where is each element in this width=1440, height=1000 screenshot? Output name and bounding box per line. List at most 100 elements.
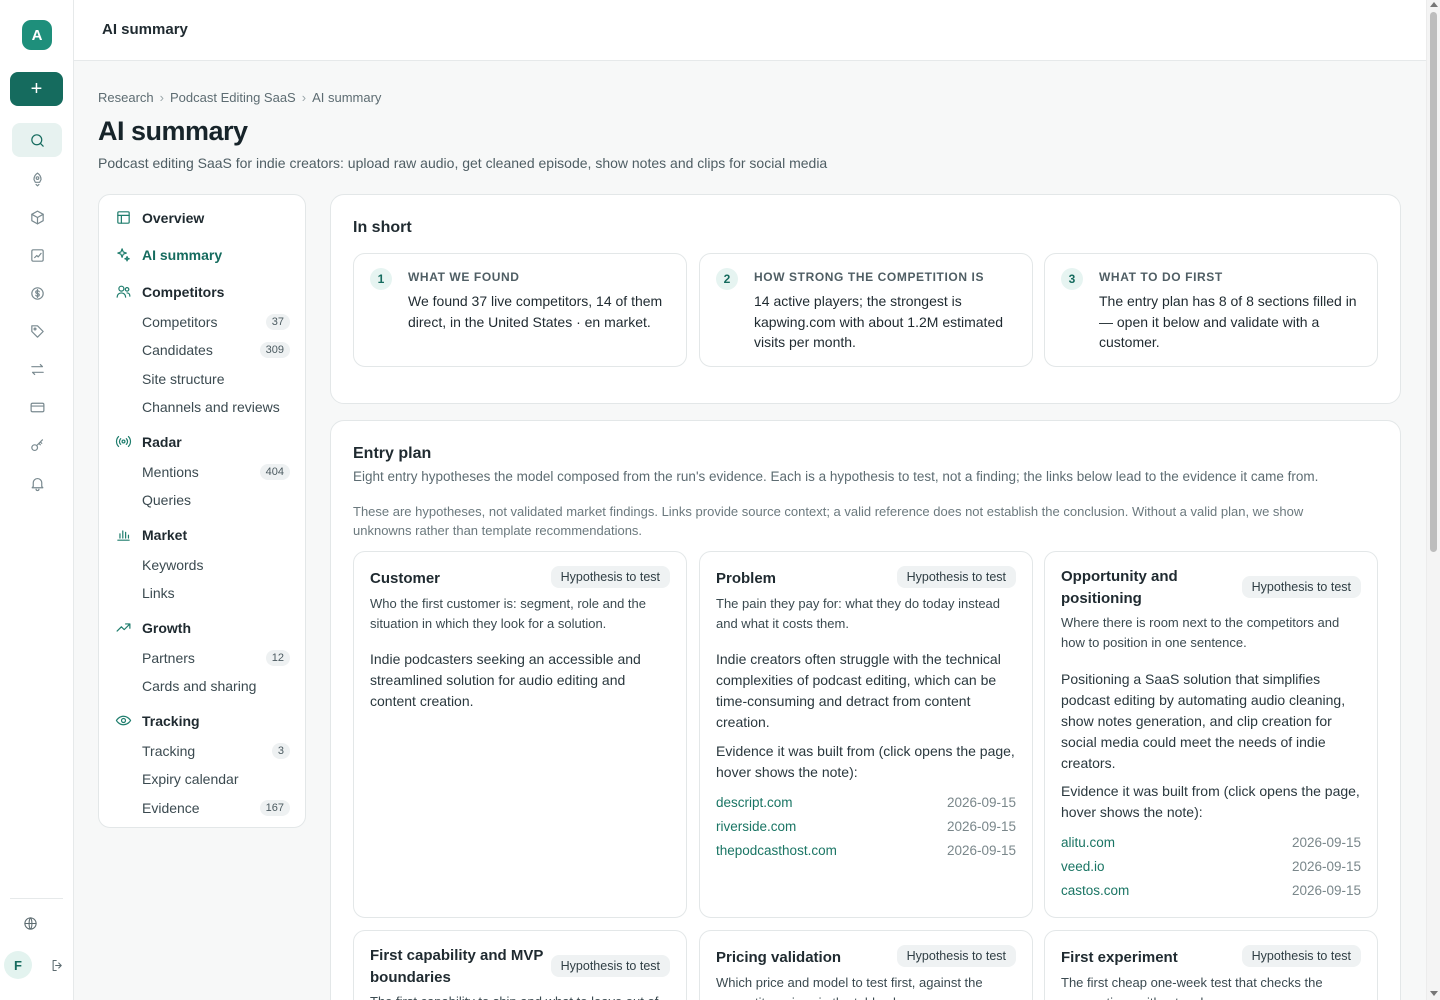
nav-item-count: 12 <box>265 650 290 666</box>
nav-group-label: Radar <box>142 433 182 450</box>
source-domain[interactable]: veed.io <box>1061 859 1105 874</box>
new-research-button[interactable]: + <box>10 72 63 106</box>
entry-plan-card: Entry plan Eight entry hypotheses the mo… <box>330 420 1401 1000</box>
nav-item-candidates[interactable]: Candidates 309 <box>142 342 290 358</box>
nav-item-partners[interactable]: Partners 12 <box>142 650 290 666</box>
nav-group-tracking[interactable]: Tracking <box>115 712 200 729</box>
rail-tags[interactable] <box>12 314 62 348</box>
breadcrumb-project[interactable]: Podcast Editing SaaS <box>170 90 296 105</box>
hypothesis-card-problem: Problem Hypothesis to test The pain they… <box>699 551 1033 918</box>
rail-billing[interactable] <box>12 390 62 424</box>
search-icon <box>30 133 44 147</box>
nav-item-label: Tracking <box>142 743 196 759</box>
rail-products[interactable] <box>12 200 62 234</box>
nav-item-label: Partners <box>142 650 195 666</box>
evidence-source[interactable]: thepodcasthost.com 2026-09-15 <box>716 843 1016 858</box>
nav-item-keywords[interactable]: Keywords <box>142 557 290 573</box>
source-date: 2026-09-15 <box>1291 883 1361 898</box>
in-short-card: In short 1 WHAT WE FOUND We found 37 liv… <box>330 194 1401 404</box>
evidence-source[interactable]: descript.com 2026-09-15 <box>716 795 1016 810</box>
nav-item-label: Links <box>142 585 175 601</box>
rail-launch[interactable] <box>12 162 62 196</box>
nav-item-tracking[interactable]: Tracking 3 <box>142 743 290 759</box>
item-text: We found 37 live competitors, 14 of them… <box>408 293 663 330</box>
source-domain[interactable]: riverside.com <box>716 819 796 834</box>
hypothesis-card-customer: Customer Hypothesis to test Who the firs… <box>353 551 687 918</box>
layout-icon <box>117 211 130 224</box>
nav-group-competitors[interactable]: Competitors <box>115 283 224 300</box>
nav-item-links[interactable]: Links <box>142 585 290 601</box>
hypothesis-title: Opportunity and positioning <box>1061 568 1178 607</box>
users-icon <box>116 285 131 298</box>
nav-ai-summary-label: AI summary <box>142 246 223 263</box>
page-title: AI summary <box>98 116 248 146</box>
nav-item-label: Competitors <box>142 314 218 330</box>
bell-icon <box>31 477 43 491</box>
nav-item-count: 309 <box>259 342 290 358</box>
nav-group-market[interactable]: Market <box>115 526 187 543</box>
bar-chart-icon <box>117 530 130 541</box>
logout-button[interactable] <box>46 954 68 976</box>
nav-group-radar[interactable]: Radar <box>115 433 182 450</box>
section-nav: Overview AI summary Competitors Competit… <box>98 194 306 828</box>
hypothesis-badge: Hypothesis to test <box>550 955 670 977</box>
language-button[interactable] <box>19 912 41 934</box>
nav-item-competitors[interactable]: Competitors 37 <box>142 314 290 330</box>
evidence-source[interactable]: castos.com 2026-09-15 <box>1061 883 1361 898</box>
user-avatar[interactable]: F <box>4 951 32 979</box>
nav-item-label: Queries <box>142 492 192 508</box>
item-number: 1 <box>370 268 392 290</box>
evidence-source[interactable]: veed.io 2026-09-15 <box>1061 859 1361 874</box>
nav-overview[interactable]: Overview <box>115 209 204 226</box>
page-scrollbar[interactable] <box>1426 0 1440 1000</box>
evidence-source[interactable]: alitu.com 2026-09-15 <box>1061 835 1361 850</box>
source-domain[interactable]: alitu.com <box>1061 835 1115 850</box>
nav-item-count: 404 <box>259 464 290 480</box>
rail-compare[interactable] <box>12 352 62 386</box>
nav-item-label: Candidates <box>142 342 213 358</box>
scroll-up-arrow[interactable] <box>1430 2 1438 7</box>
in-short-item: 1 WHAT WE FOUND We found 37 live competi… <box>353 253 687 367</box>
top-bar: AI summary <box>74 0 1426 61</box>
rocket-icon <box>32 172 42 186</box>
source-date: 2026-09-15 <box>946 795 1016 810</box>
hypothesis-question: The first cheap one-week test that check… <box>1061 975 1323 1000</box>
rail-search[interactable] <box>12 123 62 157</box>
hypothesis-answer: Indie creators often struggle with the t… <box>716 651 1001 730</box>
breadcrumb-research[interactable]: Research <box>98 90 154 105</box>
nav-item-site-structure[interactable]: Site structure <box>142 371 290 387</box>
nav-item-queries[interactable]: Queries <box>142 492 290 508</box>
source-date: 2026-09-15 <box>946 843 1016 858</box>
rail-notifications[interactable] <box>12 466 62 500</box>
nav-item-channels-reviews[interactable]: Channels and reviews <box>142 399 290 415</box>
nav-group-label: Growth <box>142 619 191 636</box>
source-domain[interactable]: castos.com <box>1061 883 1129 898</box>
rail-reports[interactable] <box>12 238 62 272</box>
nav-item-label: Keywords <box>142 557 204 573</box>
nav-group-growth[interactable]: Growth <box>115 619 191 636</box>
nav-item-expiry-calendar[interactable]: Expiry calendar <box>142 771 290 787</box>
item-number: 2 <box>716 268 738 290</box>
evidence-label: Evidence it was built from (click opens … <box>716 743 1015 780</box>
sparkles-icon <box>117 248 130 262</box>
workspace-avatar[interactable]: A <box>22 20 52 50</box>
source-domain[interactable]: descript.com <box>716 795 793 810</box>
breadcrumb: Research › Podcast Editing SaaS › AI sum… <box>98 90 381 105</box>
rail-finance[interactable] <box>12 276 62 310</box>
nav-item-count: 3 <box>271 743 290 759</box>
rail-keys[interactable] <box>12 428 62 462</box>
nav-item-mentions[interactable]: Mentions 404 <box>142 464 290 480</box>
item-text: The entry plan has 8 of 8 sections fille… <box>1099 293 1357 350</box>
nav-item-evidence[interactable]: Evidence 167 <box>142 800 290 816</box>
nav-overview-label: Overview <box>142 209 205 226</box>
scroll-thumb[interactable] <box>1430 12 1437 552</box>
evidence-source[interactable]: riverside.com 2026-09-15 <box>716 819 1016 834</box>
source-date: 2026-09-15 <box>1291 859 1361 874</box>
breadcrumb-separator: › <box>159 90 164 105</box>
source-domain[interactable]: thepodcasthost.com <box>716 843 837 858</box>
nav-ai-summary[interactable]: AI summary <box>115 246 222 263</box>
nav-item-cards-sharing[interactable]: Cards and sharing <box>142 678 290 694</box>
scroll-down-arrow[interactable] <box>1430 991 1438 996</box>
card-icon <box>30 402 44 412</box>
item-caption: WHAT WE FOUND <box>408 270 520 284</box>
